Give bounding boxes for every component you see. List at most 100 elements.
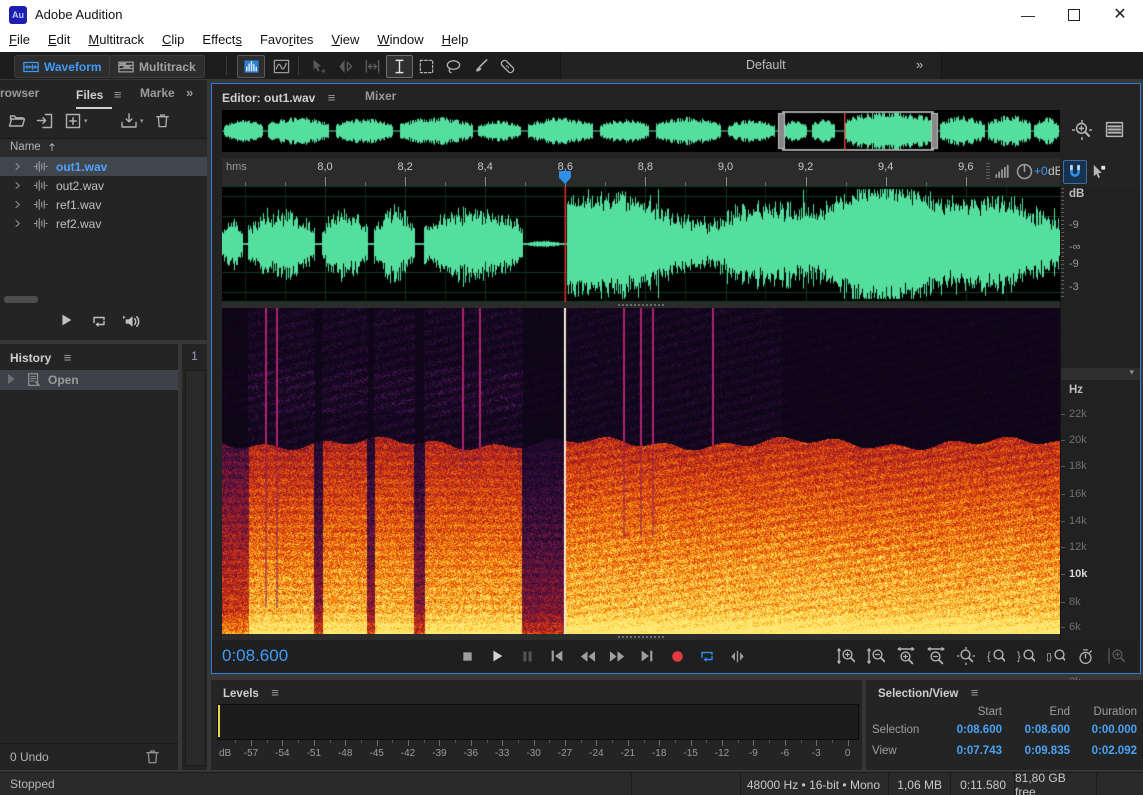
expand-chevron-icon[interactable] — [12, 218, 23, 229]
spot-healing-brush-tool-icon[interactable] — [494, 55, 521, 78]
horizontal-scrollbar-thumb[interactable] — [4, 296, 38, 303]
timeline-ruler[interactable]: hms 8,08,28,48,68,89,09,29,49,6 +0 dB — [222, 158, 1060, 187]
minimize-button[interactable]: — — [1005, 0, 1051, 30]
play-button[interactable] — [484, 645, 510, 667]
menu-view[interactable]: View — [322, 30, 368, 49]
zoom-navigate-icon[interactable] — [1072, 120, 1092, 140]
edit-pointer-icon[interactable] — [1087, 160, 1109, 182]
tab-mixer[interactable]: Mixer — [365, 89, 396, 103]
editor-panel-menu-icon[interactable]: ≡ — [328, 90, 336, 105]
tab-editor[interactable]: Editor: out1.wav ≡ — [222, 89, 335, 112]
tab-markers[interactable]: Marke — [140, 86, 175, 100]
zoom-in-time-button[interactable] — [892, 645, 919, 667]
fast-forward-button[interactable] — [604, 645, 630, 667]
delete-icon[interactable] — [154, 112, 171, 129]
collapsed-panel-strip[interactable]: 1 — [182, 344, 207, 770]
grip-dots-icon[interactable] — [986, 163, 990, 181]
files-panel-menu-icon[interactable]: ≡ — [114, 87, 122, 102]
sv-value[interactable]: 0:02.092 — [1070, 745, 1137, 766]
waveform-overview[interactable] — [222, 110, 1060, 152]
menu-effects[interactable]: Effects — [193, 30, 251, 49]
file-row-ref2.wav[interactable]: ref2.wav — [0, 214, 207, 233]
sv-row-view: View0:07.7430:09.8350:02.092 — [872, 745, 1137, 766]
auto-play-speaker-icon[interactable] — [122, 312, 141, 331]
hud-gain-value[interactable]: +0 — [1034, 164, 1048, 178]
sv-value[interactable]: 0:07.743 — [932, 745, 1002, 766]
menu-clip[interactable]: Clip — [153, 30, 193, 49]
magnet-icon[interactable] — [1063, 160, 1087, 184]
new-content-icon[interactable]: ▾ — [64, 112, 88, 130]
panel-list-icon[interactable] — [1105, 120, 1124, 139]
zoom-to-out-point-button[interactable]: } — [1012, 645, 1039, 667]
time-selection-tool-icon[interactable] — [386, 55, 413, 78]
multitrack-mode-button[interactable]: Multitrack — [109, 55, 205, 78]
selection-view-panel-menu-icon[interactable]: ≡ — [971, 685, 979, 700]
zoom-to-in-point-button[interactable]: { — [982, 645, 1009, 667]
open-file-icon[interactable] — [8, 112, 26, 130]
timer-button[interactable] — [1072, 645, 1099, 667]
history-entry-open[interactable]: Open — [0, 370, 178, 390]
sv-value[interactable]: 0:09.835 — [1002, 745, 1070, 766]
file-name: ref1.wav — [56, 198, 101, 212]
import-file-icon[interactable] — [36, 112, 54, 130]
playhead-marker[interactable] — [559, 171, 571, 184]
tab-files[interactable]: Files ≡ — [76, 86, 121, 109]
zoom-in-amplitude-button[interactable] — [832, 645, 859, 667]
sv-value[interactable]: 0:08.600 — [932, 724, 1002, 745]
maximize-button[interactable] — [1051, 0, 1097, 30]
sv-value[interactable]: 0:08.600 — [1002, 724, 1070, 745]
history-panel-menu-icon[interactable]: ≡ — [64, 350, 72, 365]
file-row-out1.wav[interactable]: out1.wav — [0, 157, 207, 176]
zoom-full-button[interactable] — [952, 645, 979, 667]
marquee-selection-tool-icon[interactable] — [413, 55, 440, 78]
menu-help[interactable]: Help — [433, 30, 478, 49]
vertical-scale-column[interactable]: dB -9-∞-9-3 ▾ Hz 22k20k18k16k14k12k10k8k… — [1060, 186, 1140, 640]
tab-media-browser[interactable]: rowser — [0, 86, 39, 100]
levels-scale-label: -51 — [307, 748, 321, 759]
expand-chevron-icon[interactable] — [12, 161, 23, 172]
level-meter-icon[interactable] — [994, 163, 1011, 180]
levels-major-tick — [659, 740, 660, 746]
menu-window[interactable]: Window — [368, 30, 432, 49]
workspace-more-chevron-icon[interactable]: » — [916, 57, 923, 72]
zoom-out-amplitude-button[interactable] — [862, 645, 889, 667]
scale-divider[interactable]: ▾ — [1061, 368, 1140, 380]
levels-panel-menu-icon[interactable]: ≡ — [271, 685, 279, 700]
menu-file[interactable]: File — [0, 30, 39, 49]
play-icon[interactable] — [58, 312, 74, 328]
files-tabs-more-icon[interactable]: » — [186, 85, 193, 100]
lasso-selection-tool-icon[interactable] — [440, 55, 467, 78]
waveform-view-icon[interactable] — [237, 55, 265, 78]
stop-button[interactable] — [454, 645, 480, 667]
close-button[interactable]: ✕ — [1097, 0, 1143, 30]
skip-to-start-button[interactable] — [544, 645, 570, 667]
zoom-to-selection-button[interactable]: {} — [1042, 645, 1069, 667]
spectrogram-display[interactable] — [222, 308, 1060, 634]
playhead-time-display[interactable]: 0:08.600 — [222, 646, 288, 666]
hud-knob-icon[interactable] — [1015, 162, 1034, 181]
menu-multitrack[interactable]: Multitrack — [79, 30, 153, 49]
expand-chevron-icon[interactable] — [12, 199, 23, 210]
zoom-out-time-button[interactable] — [922, 645, 949, 667]
skip-selection-button[interactable] — [724, 645, 750, 667]
clear-history-trash-icon[interactable] — [144, 748, 161, 765]
loop-icon[interactable] — [90, 312, 108, 330]
rewind-button[interactable] — [574, 645, 600, 667]
sv-value[interactable]: 0:00.000 — [1070, 724, 1137, 745]
workspace-selector[interactable]: Default — [746, 58, 786, 72]
files-column-header[interactable]: Name — [0, 138, 207, 158]
waveform-mode-button[interactable]: Waveform — [14, 55, 111, 78]
paintbrush-tool-icon[interactable] — [467, 55, 494, 78]
waveform-display[interactable] — [222, 186, 1060, 302]
frequency-scale-label: 6k — [1069, 621, 1081, 633]
file-row-out2.wav[interactable]: out2.wav — [0, 176, 207, 195]
expand-chevron-icon[interactable] — [12, 180, 23, 191]
save-icon[interactable]: ▾ — [120, 112, 144, 130]
menu-favorites[interactable]: Favorites — [251, 30, 322, 49]
skip-to-end-button[interactable] — [634, 645, 660, 667]
file-row-ref1.wav[interactable]: ref1.wav — [0, 195, 207, 214]
menu-edit[interactable]: Edit — [39, 30, 79, 49]
spectral-view-icon[interactable] — [267, 55, 295, 78]
loop-playback-button[interactable] — [694, 645, 720, 667]
record-button[interactable] — [664, 645, 690, 667]
